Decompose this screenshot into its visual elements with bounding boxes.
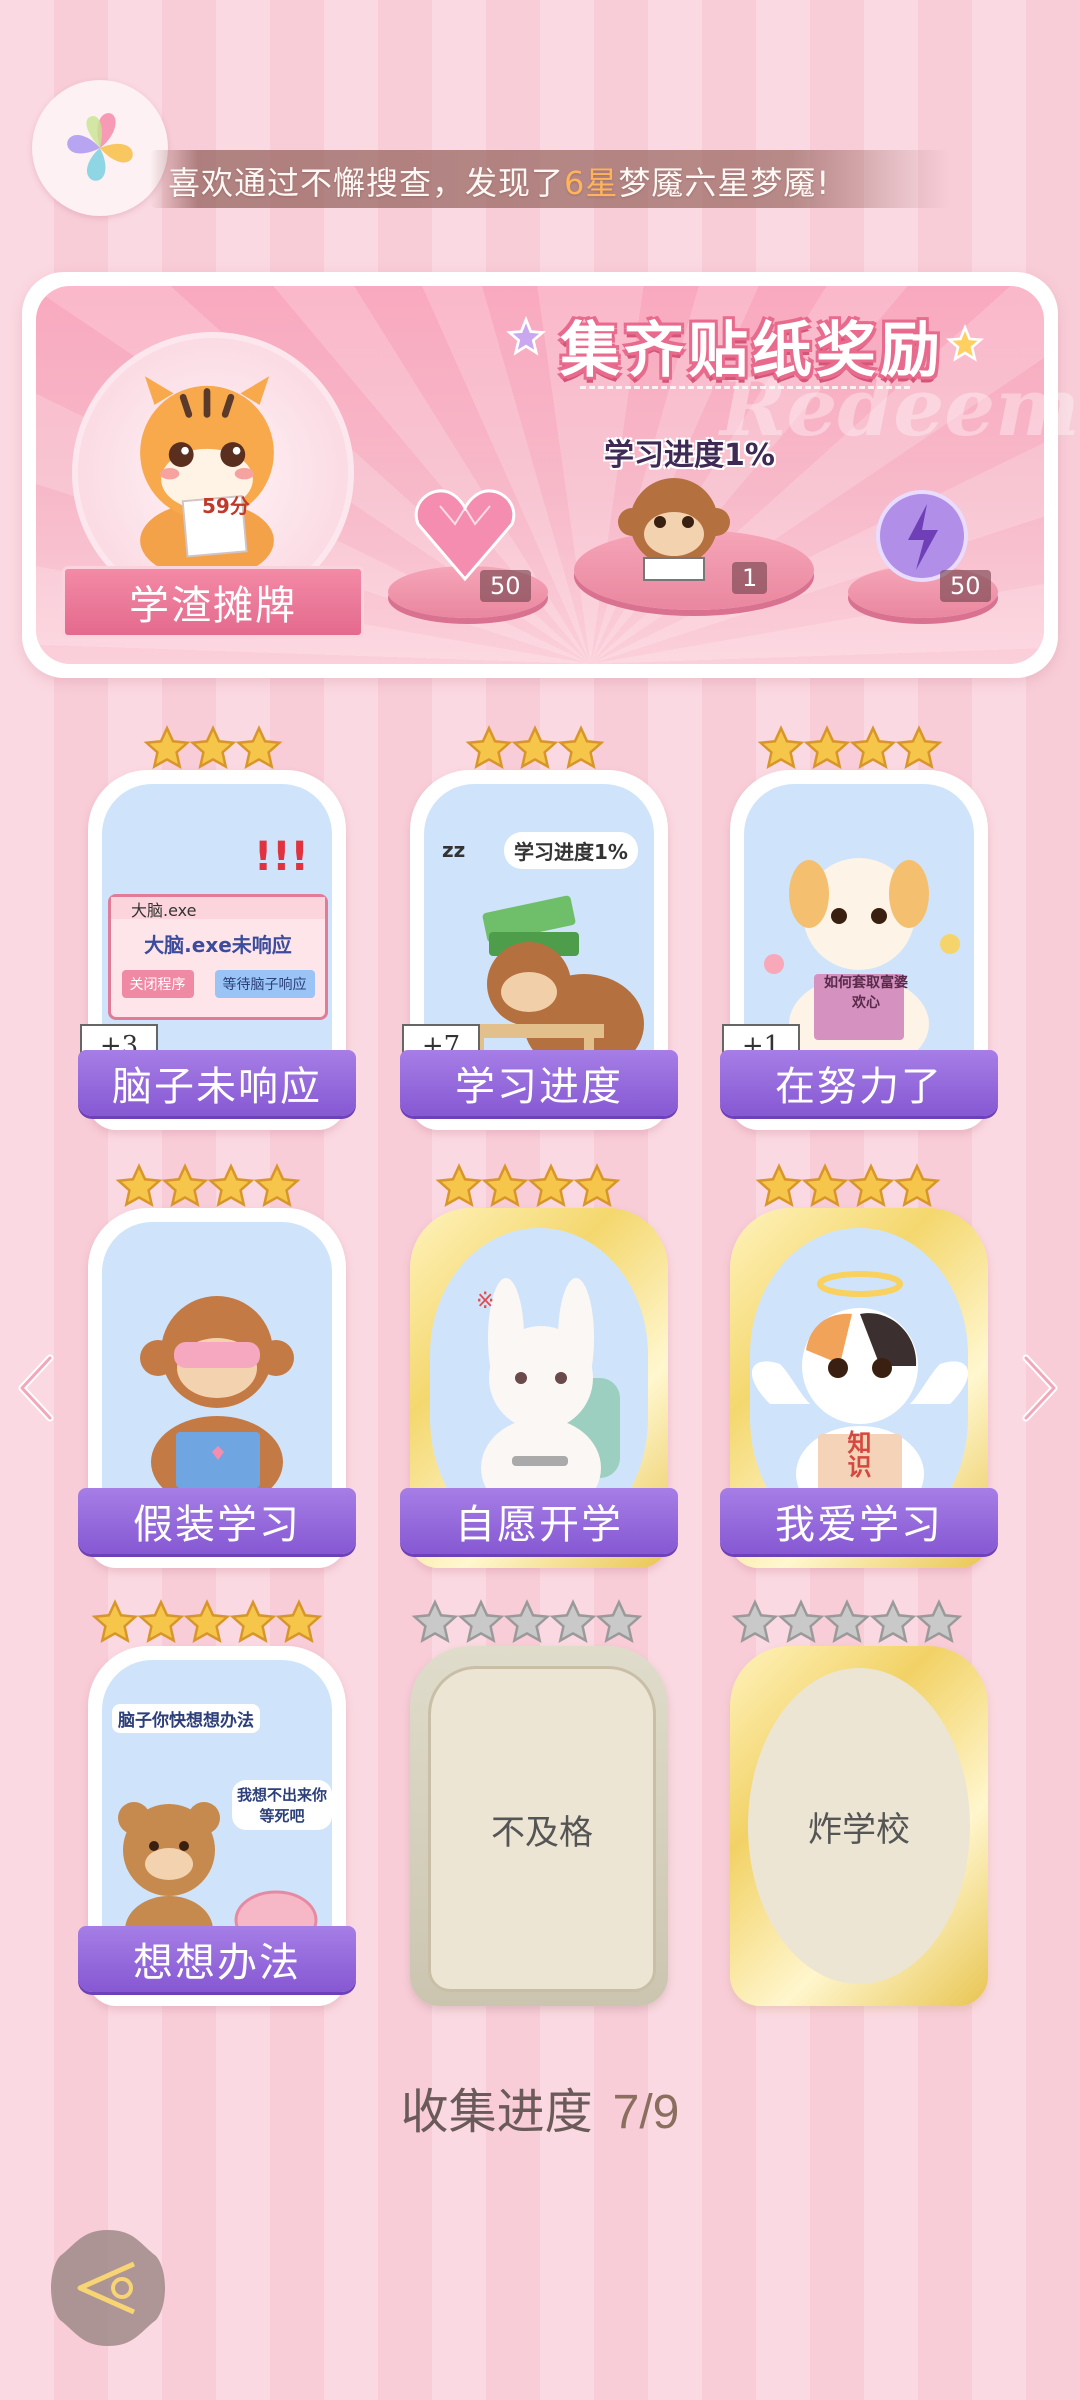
star-rating bbox=[757, 724, 943, 774]
next-page-arrow-icon[interactable] bbox=[1016, 1352, 1064, 1424]
star-icon bbox=[229, 1599, 277, 1643]
star-icon bbox=[235, 725, 283, 769]
star-icon bbox=[411, 1599, 459, 1643]
star-icon bbox=[803, 725, 851, 769]
star-icon bbox=[503, 1599, 551, 1643]
star-icon bbox=[457, 1599, 505, 1643]
sticker-card-2[interactable]: 学习进度1% zz +7 学习进度 bbox=[400, 770, 678, 1130]
main-reward-label: 学渣摊牌 bbox=[62, 566, 364, 638]
star-icon bbox=[481, 1163, 529, 1207]
star-icon bbox=[189, 725, 237, 769]
sticker-card-1[interactable]: !!! 大脑.exe 大脑.exe未响应 关闭程序 等待脑子响应 +3 脑子未响… bbox=[78, 770, 356, 1130]
star-rating bbox=[755, 1162, 941, 1212]
star-icon bbox=[511, 725, 559, 769]
pink-heart-gem-icon[interactable] bbox=[410, 484, 520, 584]
star-icon bbox=[161, 1163, 209, 1207]
progress-value: 7/9 bbox=[612, 2086, 680, 2139]
sticker-card-6[interactable]: 知识 我爱学习 bbox=[720, 1208, 998, 1568]
star-icon bbox=[253, 1163, 301, 1207]
reward-qty: 50 bbox=[480, 570, 531, 602]
star-rating bbox=[91, 1598, 323, 1648]
star-rating bbox=[115, 1162, 301, 1212]
error-window: 大脑.exe 大脑.exe未响应 关闭程序 等待脑子响应 bbox=[108, 894, 328, 1020]
art-caption: 脑子你快想想办法 bbox=[112, 1704, 260, 1733]
monkey-reading-icon[interactable] bbox=[604, 462, 744, 592]
close-program-button: 关闭程序 bbox=[121, 970, 194, 998]
star-icon bbox=[115, 1163, 163, 1207]
sticker-card-5[interactable]: ※ 自愿开学 bbox=[400, 1208, 678, 1568]
book-title: 如何套取富婆欢心 bbox=[824, 975, 908, 1011]
star-icon bbox=[183, 1599, 231, 1643]
star-rating bbox=[731, 1598, 963, 1648]
star-icon bbox=[573, 1163, 621, 1207]
locked-card-label: 炸学校 bbox=[748, 1668, 970, 1984]
reward-qty: 1 bbox=[732, 562, 768, 594]
announcement-ticker: 喜欢通过不懈搜查，发现了6星梦魇六星梦魇! bbox=[168, 164, 831, 202]
progress-label: 收集进度 bbox=[400, 2086, 593, 2139]
sticker-card-4[interactable]: 假装学习 bbox=[78, 1208, 356, 1568]
star-icon bbox=[137, 1599, 185, 1643]
star-rating bbox=[435, 1162, 621, 1212]
sticker-card-7[interactable]: 脑子你快想想办法 我想不出来你等死吧 想想办法 bbox=[78, 1646, 356, 2006]
star-icon bbox=[847, 1163, 895, 1207]
star-rating bbox=[143, 724, 283, 774]
star-rating bbox=[411, 1598, 643, 1648]
sticker-card-9-locked[interactable]: 炸学校 bbox=[730, 1646, 988, 2006]
collection-progress: 收集进度 7/9 bbox=[0, 2072, 1080, 2142]
card-label: 学习进度 bbox=[400, 1050, 678, 1116]
sparkle-star-icon bbox=[506, 316, 546, 356]
star-icon bbox=[143, 725, 191, 769]
star-icon bbox=[895, 725, 943, 769]
window-title: 大脑.exe bbox=[111, 897, 325, 920]
star-icon bbox=[777, 1599, 825, 1643]
sparkle-star-icon bbox=[946, 324, 984, 362]
divider bbox=[580, 386, 910, 389]
svg-text:※: ※ bbox=[476, 1289, 494, 1314]
star-icon bbox=[207, 1163, 255, 1207]
back-button-icon[interactable] bbox=[44, 2224, 172, 2352]
locked-card-label: 不及格 bbox=[428, 1666, 656, 1992]
exclaim-icon: !!! bbox=[254, 834, 309, 880]
sleep-zz-icon: zz bbox=[442, 838, 466, 862]
banner-title: 集齐贴纸奖励 bbox=[560, 316, 944, 386]
star-rating bbox=[465, 724, 605, 774]
wait-response-button: 等待脑子响应 bbox=[214, 970, 315, 998]
sticker-card-3[interactable]: 如何套取富婆欢心 +1 在努力了 bbox=[720, 770, 998, 1130]
app-logo[interactable] bbox=[32, 80, 168, 216]
star-icon bbox=[893, 1163, 941, 1207]
card-label: 自愿开学 bbox=[400, 1488, 678, 1554]
card-label: 我爱学习 bbox=[720, 1488, 998, 1554]
star-icon bbox=[91, 1599, 139, 1643]
card-label: 想想办法 bbox=[78, 1926, 356, 1992]
star-icon bbox=[755, 1163, 803, 1207]
star-icon bbox=[465, 725, 513, 769]
star-icon bbox=[435, 1163, 483, 1207]
tiger-test-score: 59分 bbox=[202, 494, 250, 518]
star-icon bbox=[275, 1599, 323, 1643]
art-caption: 学习进度1% bbox=[504, 832, 638, 869]
card-label: 在努力了 bbox=[720, 1050, 998, 1116]
star-icon bbox=[731, 1599, 779, 1643]
star-icon bbox=[557, 725, 605, 769]
star-icon bbox=[595, 1599, 643, 1643]
card-label: 脑子未响应 bbox=[78, 1050, 356, 1116]
pinwheel-logo-icon bbox=[67, 113, 133, 181]
prev-page-arrow-icon[interactable] bbox=[12, 1352, 60, 1424]
monkey-pretending-study-icon bbox=[140, 1296, 294, 1508]
reward-qty: 50 bbox=[940, 570, 991, 602]
card-label: 假装学习 bbox=[78, 1488, 356, 1554]
star-icon bbox=[823, 1599, 871, 1643]
book-title: 知识 bbox=[843, 1430, 871, 1478]
star-icon bbox=[915, 1599, 963, 1643]
sticker-card-8-locked[interactable]: 不及格 bbox=[410, 1646, 668, 2006]
star-icon bbox=[527, 1163, 575, 1207]
star-icon bbox=[849, 725, 897, 769]
star-icon bbox=[869, 1599, 917, 1643]
star-icon bbox=[801, 1163, 849, 1207]
window-message: 大脑.exe未响应 bbox=[144, 933, 292, 957]
star-icon bbox=[757, 725, 805, 769]
tiger-holding-test-icon bbox=[140, 376, 274, 579]
star-icon bbox=[549, 1599, 597, 1643]
